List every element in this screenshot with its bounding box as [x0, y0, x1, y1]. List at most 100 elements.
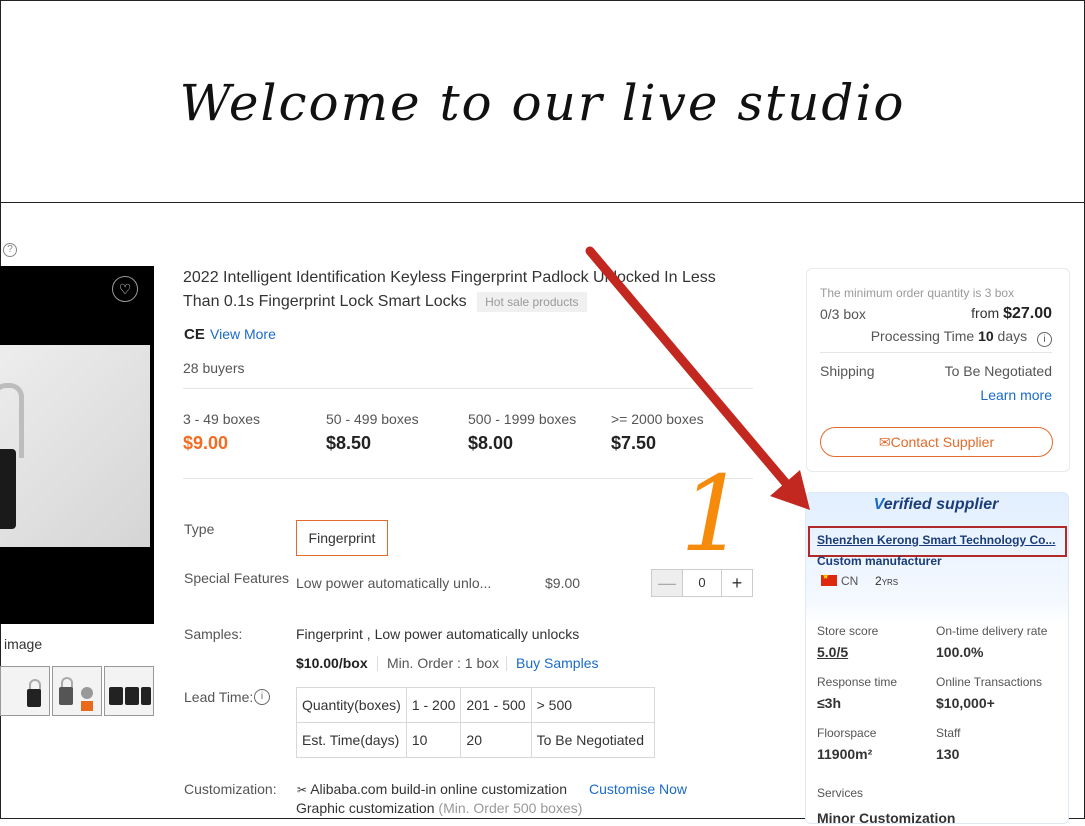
sample-min-order: Min. Order : 1 box — [387, 655, 500, 671]
divider — [377, 656, 378, 671]
stat-value: ≤3h — [817, 695, 842, 711]
processing-unit: days — [997, 328, 1028, 344]
from-price: from $27.00 — [971, 305, 1052, 323]
from-price-value: $27.00 — [1003, 305, 1052, 322]
customise-now-link[interactable]: Customise Now — [589, 781, 687, 797]
tier-qty: 50 - 499 boxes — [326, 411, 419, 427]
image-caption: image — [4, 636, 43, 652]
processing-label: Processing Time — [870, 328, 975, 344]
tier-price: $7.50 — [611, 433, 657, 453]
services-label: Services — [817, 786, 864, 800]
ce-mark: CE — [184, 326, 205, 343]
table-cell: 20 — [460, 722, 532, 758]
samples-label: Samples: — [184, 626, 243, 642]
padlock-body — [0, 449, 16, 529]
thumbnail-1[interactable] — [0, 666, 50, 716]
tier-qty: 500 - 1999 boxes — [468, 411, 577, 427]
hot-sale-tag: Hot sale products — [477, 292, 587, 312]
customization-option: ✂ Alibaba.com build-in online customizat… — [297, 781, 567, 797]
processing-days: 10 — [978, 328, 994, 344]
samples-text: Fingerprint , Low power automatically un… — [296, 626, 580, 642]
from-label: from — [971, 305, 1000, 321]
supplier-years: 2YRS — [875, 574, 898, 588]
china-flag-icon — [821, 572, 837, 586]
processing-time: Processing Time 10 days i — [871, 328, 1052, 347]
lead-time-label: Lead Time: — [184, 689, 254, 705]
type-option-fingerprint[interactable]: Fingerprint — [296, 520, 388, 556]
stat-label: Staff — [936, 726, 961, 740]
table-cell: Est. Time(days) — [296, 722, 407, 758]
divider — [820, 352, 1052, 353]
table-row: Quantity(boxes) 1 - 200 201 - 500 > 500 — [296, 687, 655, 723]
stat-value: 100.0% — [936, 644, 984, 660]
verified-supplier-badge: Verified supplier — [805, 496, 1067, 514]
product-main-image[interactable] — [0, 266, 154, 624]
table-cell: > 500 — [530, 687, 655, 723]
services-value: Minor Customization — [817, 810, 956, 826]
graphic-customization-note: (Min. Order 500 boxes) — [438, 800, 583, 816]
moq-note: The minimum order quantity is 3 box — [820, 286, 1015, 300]
annotation-number: 1 — [680, 453, 747, 575]
tier-qty: >= 2000 boxes — [611, 411, 704, 427]
product-title-text: 2022 Intelligent Identification Keyless … — [183, 269, 716, 310]
lead-time-table: Quantity(boxes) 1 - 200 201 - 500 > 500 … — [296, 687, 655, 758]
country-code: CN — [841, 574, 859, 588]
thumbnail-3[interactable] — [104, 666, 154, 716]
feature-price: $9.00 — [545, 575, 581, 591]
stat-label: Floorspace — [817, 726, 877, 740]
info-icon[interactable]: i — [254, 689, 270, 705]
buyers-count: 28 buyers — [183, 360, 245, 376]
stat-label: Online Transactions — [936, 675, 1043, 689]
info-icon[interactable]: i — [1037, 332, 1052, 347]
decrease-button[interactable]: — — [651, 569, 683, 597]
supplier-type: Custom manufacturer — [817, 554, 942, 568]
mail-icon: ✉ — [878, 434, 891, 450]
stat-label: Response time — [817, 675, 898, 689]
tier-price: $8.50 — [326, 433, 372, 453]
divider — [183, 478, 753, 479]
buy-samples-link[interactable]: Buy Samples — [516, 655, 598, 671]
company-name-link[interactable]: Shenzhen Kerong Smart Technology Co... — [817, 533, 1057, 547]
view-more-link[interactable]: View More — [210, 326, 276, 342]
product-photo — [0, 345, 150, 547]
type-label: Type — [184, 521, 215, 537]
verified-text: erified supplier — [883, 496, 999, 513]
contact-supplier-button[interactable]: ✉Contact Supplier — [820, 427, 1053, 457]
graphic-customization-text: Graphic customization — [296, 800, 435, 816]
table-cell: Quantity(boxes) — [296, 687, 407, 723]
tier-price: $9.00 — [183, 433, 229, 453]
table-cell: 10 — [405, 722, 462, 758]
banner-title: Welcome to our live studio — [179, 74, 906, 132]
customization-label: Customization: — [184, 781, 277, 797]
years-value: 2 — [875, 574, 882, 588]
store-score-link[interactable]: 5.0/5 — [817, 644, 848, 660]
customization-icon: ✂ — [297, 783, 308, 797]
contact-label: Contact Supplier — [890, 434, 995, 450]
product-title: 2022 Intelligent Identification Keyless … — [183, 266, 743, 314]
live-studio-banner: Welcome to our live studio — [0, 0, 1085, 203]
feature-name: Low power automatically unlo... — [296, 575, 492, 591]
box-count: 0/3 box — [820, 306, 866, 322]
divider — [183, 388, 753, 389]
customization-text: Alibaba.com build-in online customizatio… — [310, 781, 567, 797]
table-cell: 1 - 200 — [405, 687, 462, 723]
tier-qty: 3 - 49 boxes — [183, 411, 261, 427]
learn-more-link[interactable]: Learn more — [980, 387, 1052, 403]
verified-v: V — [873, 496, 884, 513]
padlock-shackle — [0, 383, 24, 458]
stat-label: On-time delivery rate — [936, 624, 1048, 638]
years-unit: YRS — [881, 578, 899, 587]
thumbnail-2[interactable] — [52, 666, 102, 716]
shipping-label: Shipping — [820, 363, 875, 379]
help-icon[interactable]: ? — [3, 243, 17, 257]
graphic-customization: Graphic customization (Min. Order 500 bo… — [296, 800, 582, 816]
stat-value: 130 — [936, 746, 960, 762]
sample-price: $10.00/box — [296, 655, 368, 671]
shipping-value: To Be Negotiated — [944, 363, 1052, 379]
favorite-heart-icon[interactable]: ♡ — [112, 276, 138, 302]
special-features-label: Special Features — [184, 570, 290, 586]
stat-label: Store score — [817, 624, 879, 638]
stat-value: 11900m² — [817, 746, 873, 762]
table-cell: 201 - 500 — [460, 687, 532, 723]
stat-value: $10,000+ — [936, 695, 995, 711]
